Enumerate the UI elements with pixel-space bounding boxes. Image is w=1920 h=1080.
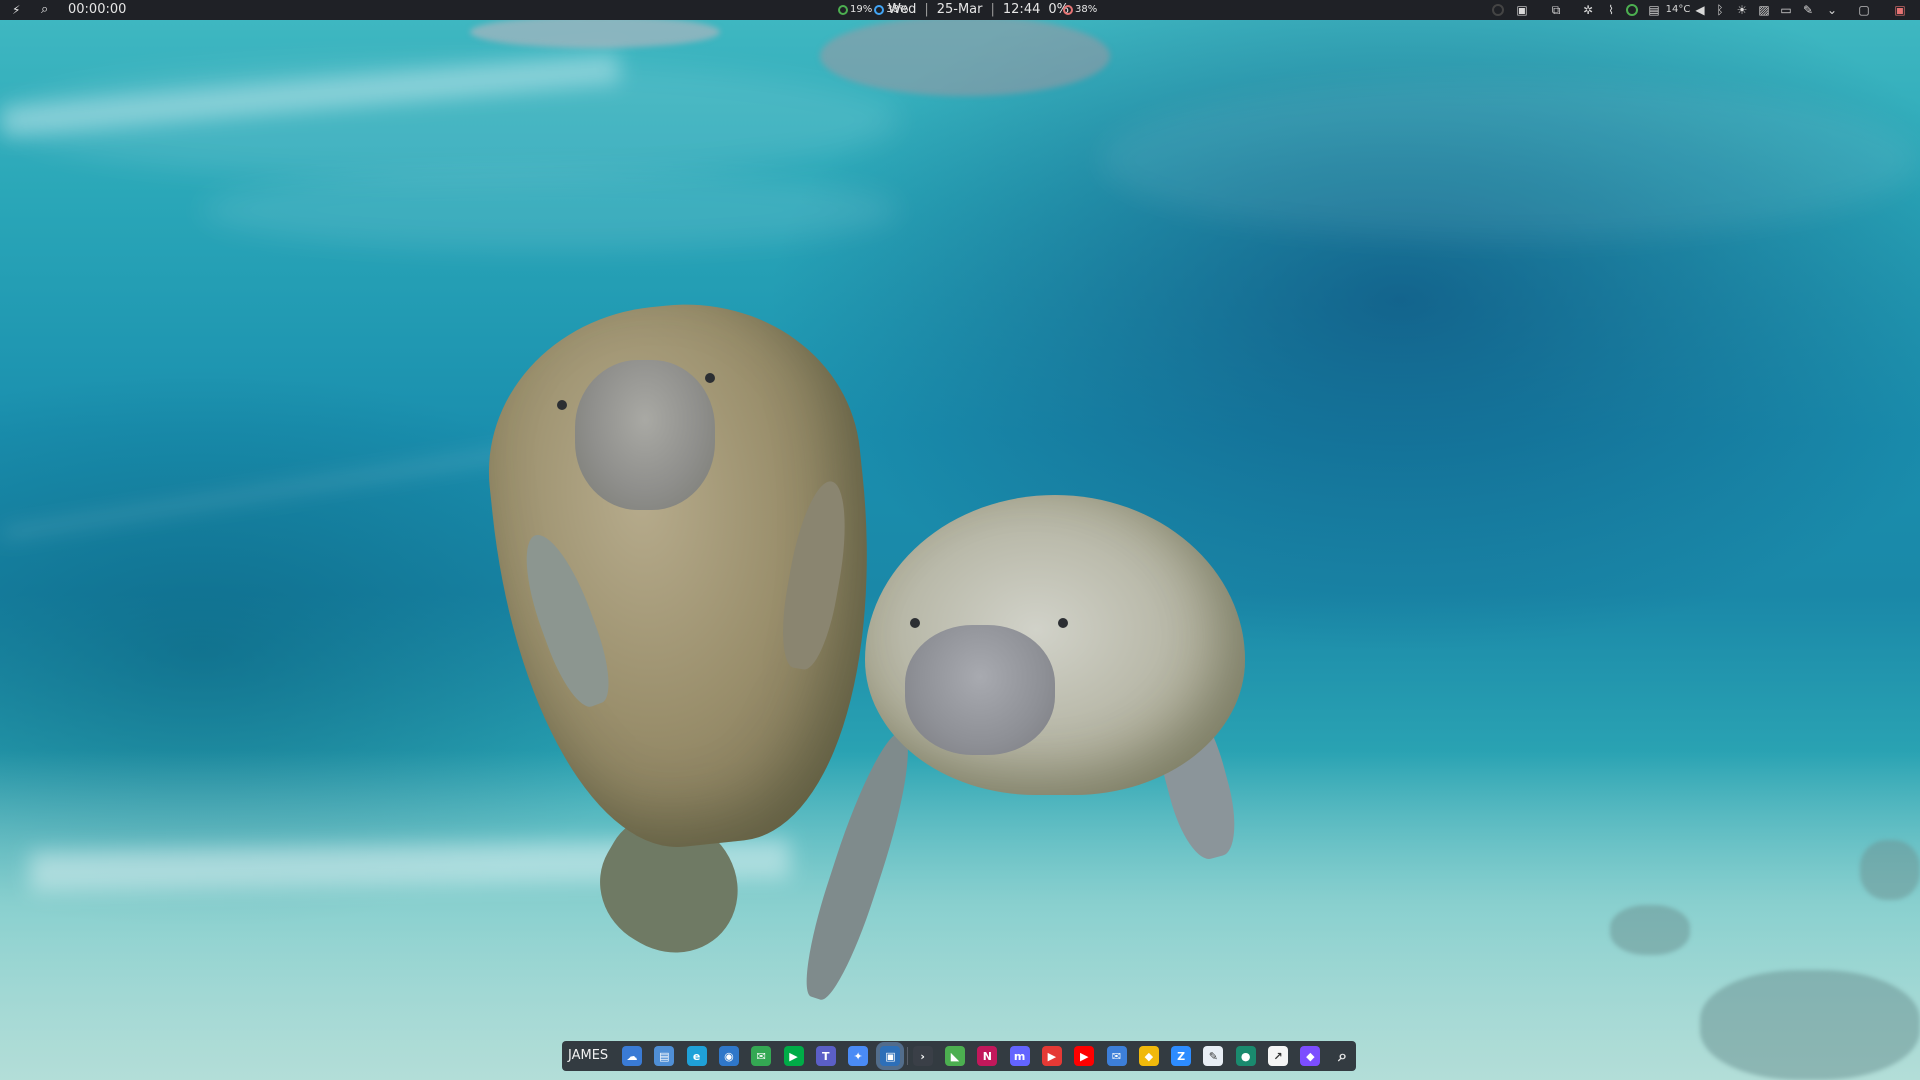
manatee-left-face [575, 360, 715, 510]
screenshot-icon[interactable]: ⧉ [1548, 2, 1564, 18]
obsidian-icon[interactable]: ◆ [1300, 1046, 1321, 1066]
settings-icon[interactable]: ✲ [1580, 2, 1596, 18]
system-monitor-app-icon[interactable]: ◣ [945, 1046, 965, 1066]
screen-recorder-icon[interactable]: ▣ [880, 1046, 901, 1066]
battery-percent: 38% [1075, 4, 1098, 15]
mastodon-icon[interactable]: m [1009, 1046, 1030, 1066]
binance-icon[interactable]: ◆ [1138, 1046, 1159, 1066]
search-icon[interactable]: ⌕ [41, 0, 48, 20]
chevron-down-icon[interactable]: ⌄ [1824, 2, 1840, 18]
spotify-icon[interactable]: ● [1235, 1046, 1256, 1066]
cpu-percent: 19% [850, 4, 873, 15]
brightness-icon[interactable]: ☀ [1734, 2, 1750, 18]
onenote-icon[interactable]: N [977, 1046, 998, 1066]
google-chat-icon[interactable]: ✉ [751, 1046, 772, 1066]
gemini-icon[interactable]: ✦ [848, 1046, 869, 1066]
dock: JAMES ☁ ▤ e ◉ ✉ ▶ T ✦ ▣ › ◣ Nm ▶ ▶ ✉ ◆ Z ✎ ● ↗ ◆ ⌕ [562, 1041, 1356, 1071]
clock[interactable]: Wed | 25-Mar | 12:44 0% [888, 0, 1069, 20]
youtube-icon[interactable]: ▶ [1074, 1046, 1095, 1066]
search-icon[interactable]: ⌕ [1333, 1046, 1353, 1066]
clock-separator: | [990, 2, 995, 17]
network-icon[interactable]: ⌇ [1603, 2, 1619, 18]
display-icon[interactable]: ▭ [1778, 2, 1794, 18]
clock-separator: | [924, 2, 929, 17]
dock-separator [906, 1047, 908, 1065]
volume-icon[interactable]: ◀ [1692, 2, 1708, 18]
edge-browser-icon[interactable]: e [686, 1046, 707, 1066]
bluetooth-icon[interactable]: ᛒ [1712, 2, 1728, 18]
chromium-icon[interactable]: ◉ [718, 1046, 739, 1066]
activities-icon[interactable]: ⚡ [12, 0, 20, 20]
battery-ring-icon [1063, 5, 1073, 15]
pen-icon[interactable]: ✎ [1800, 2, 1816, 18]
mem-ring-icon [874, 5, 885, 15]
timer-label: 00:00:00 [68, 2, 127, 17]
nextcloud-icon[interactable]: ☁ [622, 1046, 642, 1066]
image-icon[interactable]: ▨ [1756, 2, 1772, 18]
top-panel: ⚡ ⌕ 00:00:00 19% 38% Wed | 25-Mar | 12:4… [0, 0, 1920, 20]
vpn-icon[interactable] [1624, 2, 1640, 18]
system-monitor-icon[interactable]: ▣ [1514, 2, 1530, 18]
video-player-icon[interactable]: ▶ [1041, 1046, 1062, 1066]
zoom-icon[interactable]: Z [1171, 1046, 1192, 1066]
text-editor-icon[interactable]: ✎ [1203, 1046, 1224, 1066]
terminal-icon[interactable]: › [912, 1046, 933, 1066]
file-manager-icon[interactable]: ▤ [654, 1046, 675, 1066]
window-icon[interactable]: ▢ [1856, 2, 1872, 18]
google-meet-icon[interactable]: ▶ [783, 1046, 804, 1066]
battery-indicator[interactable]: 38% [1063, 0, 1097, 20]
cpu-ring-icon [838, 5, 848, 15]
stocks-icon[interactable]: ↗ [1268, 1046, 1288, 1066]
weather-icon[interactable]: 14°C [1664, 2, 1692, 18]
desktop-wallpaper [0, 0, 1920, 1080]
stopwatch-timer[interactable]: 00:00:00 [68, 0, 126, 20]
teams-icon[interactable]: T [815, 1046, 836, 1066]
dock-user-label[interactable]: JAMES [568, 1041, 608, 1071]
clock-time: 12:44 [1002, 2, 1041, 17]
clipboard-icon[interactable]: ▤ [1646, 2, 1662, 18]
overview-icon[interactable] [1490, 2, 1506, 18]
clock-date: 25-Mar [936, 2, 983, 17]
clock-day: Wed [888, 2, 917, 17]
manatee-right-face [905, 625, 1055, 755]
desktop-icon[interactable]: ▣ [1892, 2, 1908, 18]
weather-temp: 14°C [1665, 4, 1691, 15]
mail-icon[interactable]: ✉ [1106, 1046, 1127, 1066]
